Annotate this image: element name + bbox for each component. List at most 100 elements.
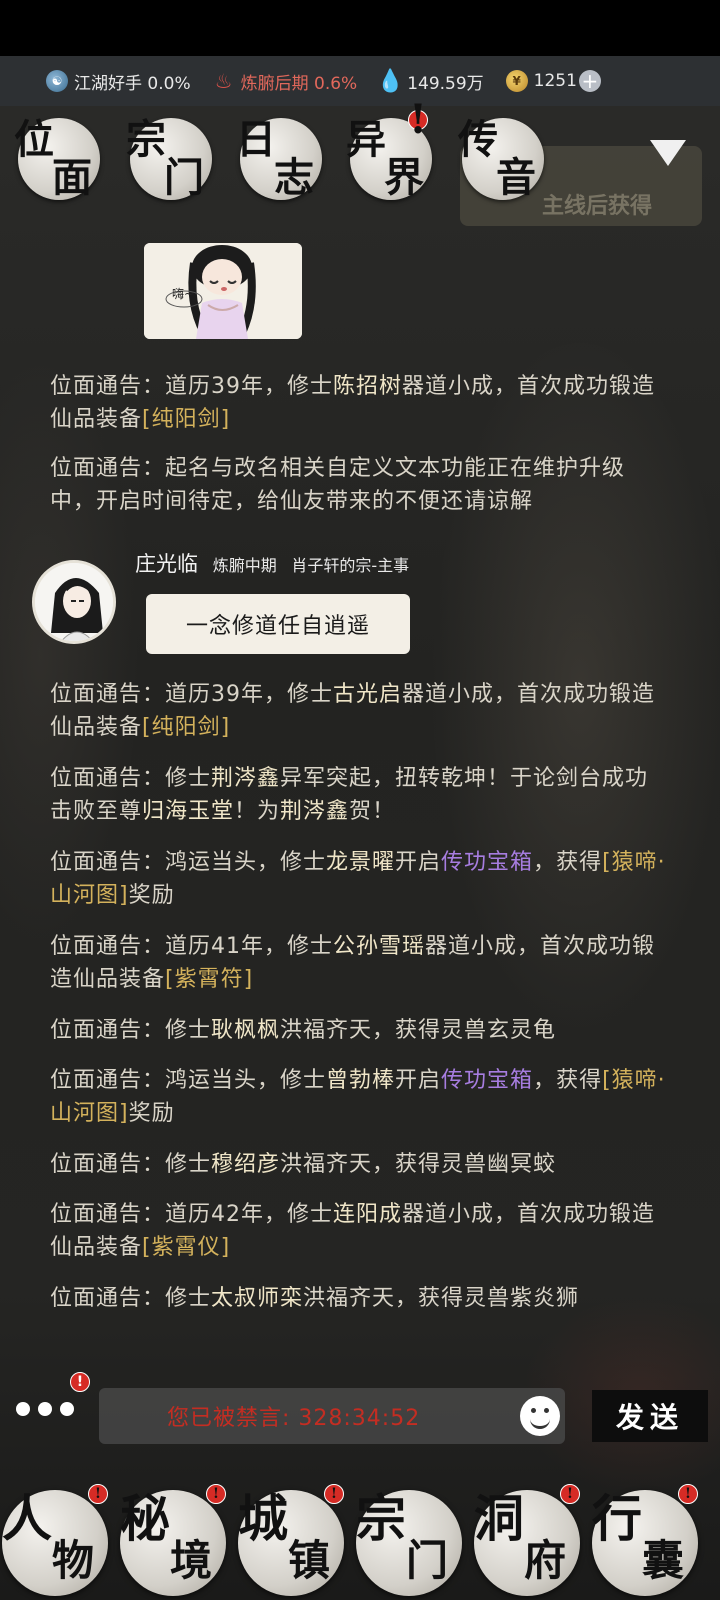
message-sender: 庄光临 炼腑中期 肖子轩的宗-主事 <box>135 548 409 578</box>
chest-link[interactable]: 传功宝箱 <box>441 1068 533 1093</box>
notice-text: 位面通告：道历41年，修士 <box>50 934 333 959</box>
notice-text: 位面通告：道历42年，修士 <box>50 1202 333 1227</box>
more-options-button[interactable] <box>16 1402 74 1416</box>
flame-icon: ♨ <box>214 69 233 93</box>
player-name-link[interactable]: 古光启 <box>333 682 402 707</box>
item-link[interactable]: [纯阳剑] <box>142 715 230 740</box>
notice-text: 位面通告：修士 <box>50 1018 212 1043</box>
tab-char: 位 <box>14 116 54 163</box>
dot-icon <box>60 1402 74 1416</box>
player-name-link[interactable]: 龙景曜 <box>326 850 395 875</box>
avatar[interactable] <box>32 560 116 644</box>
nav-char: 城 <box>238 1489 288 1548</box>
coin-indicator: ¥ 1251 + <box>505 70 601 92</box>
player-name-link[interactable]: 公孙雪瑶 <box>333 934 425 959</box>
collapse-chat-button[interactable] <box>650 140 686 166</box>
system-notice: 位面通告：鸿运当头，修士龙景曜开启传功宝箱，获得[猿啼·山河图]奖励 <box>50 846 670 912</box>
player-name-link[interactable]: 陈招树 <box>333 374 402 399</box>
spirit-stone-indicator: 💧 149.59万 <box>376 69 483 94</box>
chat-bubble-text: 一念修道任自逍遥 <box>185 614 370 639</box>
nav-character[interactable]: 人 物 ! <box>2 1484 108 1596</box>
notification-badge: ! <box>678 1484 698 1504</box>
emoji-icon[interactable] <box>520 1396 560 1436</box>
notification-badge: ! <box>88 1484 108 1504</box>
nav-char: 秘 <box>120 1489 170 1548</box>
globe-icon: ☯ <box>46 70 68 92</box>
item-link[interactable]: [紫霄仪] <box>142 1235 230 1260</box>
notice-text: 奖励 <box>128 883 175 908</box>
chat-bubble[interactable]: 一念修道任自逍遥 <box>146 594 410 654</box>
notice-text: 位面通告：道历39年，修士 <box>50 374 333 399</box>
chibi-girl-sticker <box>144 243 302 339</box>
item-link[interactable]: [纯阳剑] <box>142 407 230 432</box>
sticker-image[interactable]: 嗨~ <box>144 243 302 339</box>
notice-text: 开启 <box>395 850 442 875</box>
nav-char: 行 <box>592 1489 642 1548</box>
add-coin-button[interactable]: + <box>578 70 601 92</box>
notice-text: 开启 <box>395 1068 442 1093</box>
notice-text: 位面通告：鸿运当头，修士 <box>50 850 327 875</box>
tab-message[interactable]: 传 音 <box>458 118 544 201</box>
player-name-link[interactable]: 曾勃棒 <box>326 1068 395 1093</box>
tab-char: 传 <box>458 116 498 163</box>
nav-char: 囊 <box>642 1536 685 1585</box>
tab-char: 音 <box>496 154 536 201</box>
notice-text: 位面通告：修士 <box>50 1152 212 1177</box>
chest-link[interactable]: 传功宝箱 <box>441 850 533 875</box>
send-button[interactable]: 发送 <box>592 1390 708 1442</box>
notice-text: 位面通告：道历39年，修士 <box>50 682 333 707</box>
system-notice: 位面通告：道历41年，修士公孙雪瑶器道小成，首次成功锻造仙品装备[紫霄符] <box>50 930 670 996</box>
tab-log[interactable]: 日 志 <box>236 118 322 200</box>
player-name-link[interactable]: 荆涔鑫 <box>280 799 349 824</box>
notice-text: 位面通告：修士 <box>50 766 212 791</box>
notification-badge: ! <box>560 1484 580 1504</box>
system-notice: 位面通告：起名与改名相关自定义文本功能正在维护升级中，开启时间待定，给仙友带来的… <box>50 452 670 518</box>
nav-char: 洞 <box>474 1489 524 1548</box>
system-notice: 位面通告：鸿运当头，修士曾勃棒开启传功宝箱，获得[猿啼·山河图]奖励 <box>50 1064 670 1130</box>
tab-otherworld[interactable]: 异 界 ! <box>346 100 432 200</box>
notification-badge: ! <box>206 1484 226 1504</box>
chat-input[interactable]: 您已被禁言: 328:34:52 <box>99 1388 565 1444</box>
player-name-link[interactable]: 耿枫枫 <box>211 1018 280 1043</box>
tab-char: 门 <box>164 154 204 201</box>
player-name-link[interactable]: 太叔师栾 <box>211 1286 303 1311</box>
banner-text: 主线后获得 <box>542 193 653 219</box>
nav-char: 府 <box>524 1536 567 1585</box>
realm-label: 炼腑后期 0.6% <box>240 73 358 94</box>
item-link[interactable]: [紫霄符] <box>165 967 253 992</box>
rank-label: 江湖好手 0.0% <box>74 73 191 94</box>
system-notice: 位面通告：修士穆绍彦洪福齐天，获得灵兽幽冥蛟 <box>50 1148 670 1181</box>
coin-icon: ¥ <box>505 70 528 92</box>
system-notice: 位面通告：修士太叔师栾洪福齐天，获得灵兽紫炎狮 <box>50 1282 670 1315</box>
nav-secret-realm[interactable]: 秘 境 ! <box>120 1484 226 1596</box>
notice-text: 洪福齐天，获得灵兽幽冥蛟 <box>280 1152 557 1177</box>
resource-bar: ☯ 江湖好手 0.0% ♨ 炼腑后期 0.6% 💧 149.59万 ¥ 1251… <box>0 56 720 106</box>
player-name-link[interactable]: 荆涔鑫 <box>211 766 280 791</box>
sender-name[interactable]: 庄光临 <box>135 552 198 576</box>
sender-sect: 肖子轩的宗-主事 <box>291 556 410 575</box>
system-notice: 位面通告：道历39年，修士陈招树器道小成，首次成功锻造仙品装备[纯阳剑] <box>50 370 670 436</box>
player-name-link[interactable]: 归海玉堂 <box>142 799 234 824</box>
notice-text: ，获得 <box>533 850 603 875</box>
notice-text: 位面通告：鸿运当头，修士 <box>50 1068 327 1093</box>
system-notice: 位面通告：修士荆涔鑫异军突起，扭转乾坤！于论剑台成功击败至尊归海玉堂！为荆涔鑫贺… <box>50 762 670 828</box>
dot-icon <box>38 1402 52 1416</box>
nav-char: 宗 <box>356 1489 406 1548</box>
coin-count: 1251 <box>533 71 577 91</box>
system-notice: 位面通告：道历42年，修士连阳成器道小成，首次成功锻造仙品装备[紫霄仪] <box>50 1198 670 1264</box>
status-bar-area <box>0 0 720 56</box>
tab-sect[interactable]: 宗 门 <box>126 118 212 201</box>
notification-badge: ! <box>324 1484 344 1504</box>
notice-text: 位面通告：修士 <box>50 1286 212 1311</box>
nav-inventory[interactable]: 行 囊 ! <box>592 1484 698 1596</box>
nav-char: 人 <box>2 1489 52 1548</box>
player-name-link[interactable]: 穆绍彦 <box>211 1152 280 1177</box>
nav-cave[interactable]: 洞 府 ! <box>474 1484 580 1596</box>
notification-badge: ! <box>408 96 428 143</box>
nav-town[interactable]: 城 镇 ! <box>238 1484 344 1596</box>
notice-text: ！为 <box>234 799 281 824</box>
tab-plane[interactable]: 位 面 <box>14 118 100 200</box>
nav-sect[interactable]: 宗 门 <box>356 1490 462 1596</box>
player-name-link[interactable]: 连阳成 <box>333 1202 402 1227</box>
sender-realm: 炼腑中期 <box>212 556 277 575</box>
